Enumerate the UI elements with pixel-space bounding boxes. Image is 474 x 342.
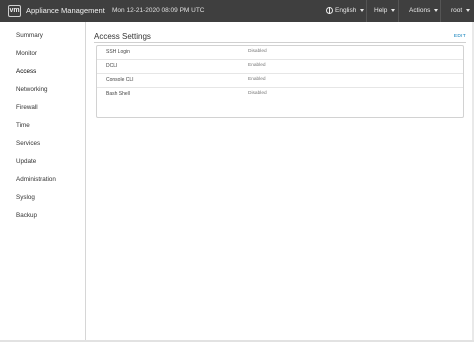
vmware-logo: vm <box>8 5 21 17</box>
sidebar-item-monitor[interactable]: Monitor <box>16 50 37 57</box>
sidebar-item-syslog[interactable]: Syslog <box>16 194 35 201</box>
access-settings-table: SSH Login Disabled DCLI Enabled Console … <box>96 45 464 118</box>
table-row: Console CLI Enabled <box>97 74 463 88</box>
sidebar-item-access[interactable]: Access <box>16 68 36 75</box>
setting-value: Disabled <box>248 49 267 54</box>
header-divider <box>398 0 399 22</box>
sidebar-nav: Summary Monitor Access Networking Firewa… <box>0 22 86 342</box>
table-row: Bash Shell Disabled <box>97 88 463 102</box>
sidebar-item-backup[interactable]: Backup <box>16 212 37 219</box>
setting-label: SSH Login <box>106 49 130 55</box>
app-title: Appliance Management <box>26 6 105 15</box>
header-divider <box>366 0 367 22</box>
sidebar-item-networking[interactable]: Networking <box>16 86 48 93</box>
title-divider <box>94 42 466 43</box>
language-menu[interactable]: English <box>326 7 365 14</box>
user-menu[interactable]: root <box>451 7 471 14</box>
chevron-down-icon <box>360 9 365 12</box>
table-row: DCLI Enabled <box>97 60 463 74</box>
setting-label: DCLI <box>106 63 118 69</box>
sidebar-item-time[interactable]: Time <box>16 122 30 129</box>
table-row: SSH Login Disabled <box>97 46 463 60</box>
current-datetime: Mon 12-21-2020 08:09 PM UTC <box>112 7 205 14</box>
sidebar-item-firewall[interactable]: Firewall <box>16 104 38 111</box>
globe-icon <box>326 7 333 14</box>
setting-value: Enabled <box>248 77 266 82</box>
page-title: Access Settings <box>94 32 151 41</box>
actions-menu[interactable]: Actions <box>409 7 439 14</box>
chevron-down-icon <box>466 9 471 12</box>
main-content: Access Settings EDIT SSH Login Disabled … <box>87 22 474 342</box>
sidebar-item-administration[interactable]: Administration <box>16 176 56 183</box>
sidebar-item-update[interactable]: Update <box>16 158 36 165</box>
header-divider <box>440 0 441 22</box>
chevron-down-icon <box>391 9 396 12</box>
chevron-down-icon <box>434 9 439 12</box>
user-label: root <box>451 7 463 14</box>
sidebar-item-summary[interactable]: Summary <box>16 32 43 39</box>
actions-label: Actions <box>409 7 431 14</box>
setting-label: Console CLI <box>106 77 134 83</box>
setting-value: Enabled <box>248 63 266 68</box>
setting-value: Disabled <box>248 91 267 96</box>
edit-link[interactable]: EDIT <box>454 34 466 39</box>
help-menu[interactable]: Help <box>374 7 396 14</box>
setting-label: Bash Shell <box>106 91 130 97</box>
sidebar-item-services[interactable]: Services <box>16 140 40 147</box>
top-header-bar: vm Appliance Management Mon 12-21-2020 0… <box>0 0 474 22</box>
help-label: Help <box>374 7 388 14</box>
language-label: English <box>335 7 357 14</box>
